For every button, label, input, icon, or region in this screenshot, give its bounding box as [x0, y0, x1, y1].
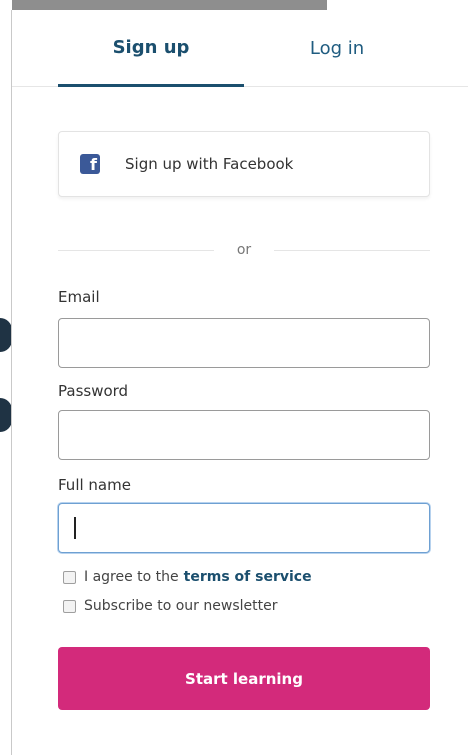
- divider-line: [274, 249, 431, 251]
- or-divider: or: [58, 240, 431, 260]
- divider-line: [58, 249, 214, 251]
- full-name-label: Full name: [58, 476, 131, 494]
- full-name-field[interactable]: [58, 503, 430, 553]
- screen: Sign up Log in f Sign up with Facebook o…: [0, 0, 468, 755]
- auth-tabs: Sign up Log in: [12, 10, 468, 87]
- email-field[interactable]: [58, 318, 430, 368]
- newsletter-row: Subscribe to our newsletter: [63, 598, 277, 614]
- newsletter-label: Subscribe to our newsletter: [84, 598, 278, 614]
- tab-log-in[interactable]: Log in: [276, 10, 398, 87]
- terms-prefix: I agree to the: [84, 569, 179, 585]
- password-label: Password: [58, 382, 129, 400]
- email-label: Email: [58, 288, 100, 306]
- facebook-icon: f: [80, 154, 100, 174]
- tab-sign-up[interactable]: Sign up: [58, 10, 244, 87]
- terms-row: I agree to the terms of service: [63, 569, 312, 585]
- divider-text: or: [236, 242, 252, 258]
- facebook-signup-label: Sign up with Facebook: [125, 155, 294, 173]
- newsletter-checkbox[interactable]: [63, 599, 76, 613]
- start-learning-button[interactable]: Start learning: [58, 647, 430, 710]
- terms-checkbox[interactable]: [63, 570, 76, 584]
- terms-of-service-link[interactable]: terms of service: [184, 569, 312, 585]
- facebook-signup-button[interactable]: f Sign up with Facebook: [58, 131, 430, 197]
- text-caret: [74, 517, 76, 539]
- background-header: [326, 0, 468, 10]
- password-field[interactable]: [58, 410, 430, 460]
- signup-modal: Sign up Log in f Sign up with Facebook o…: [11, 10, 468, 755]
